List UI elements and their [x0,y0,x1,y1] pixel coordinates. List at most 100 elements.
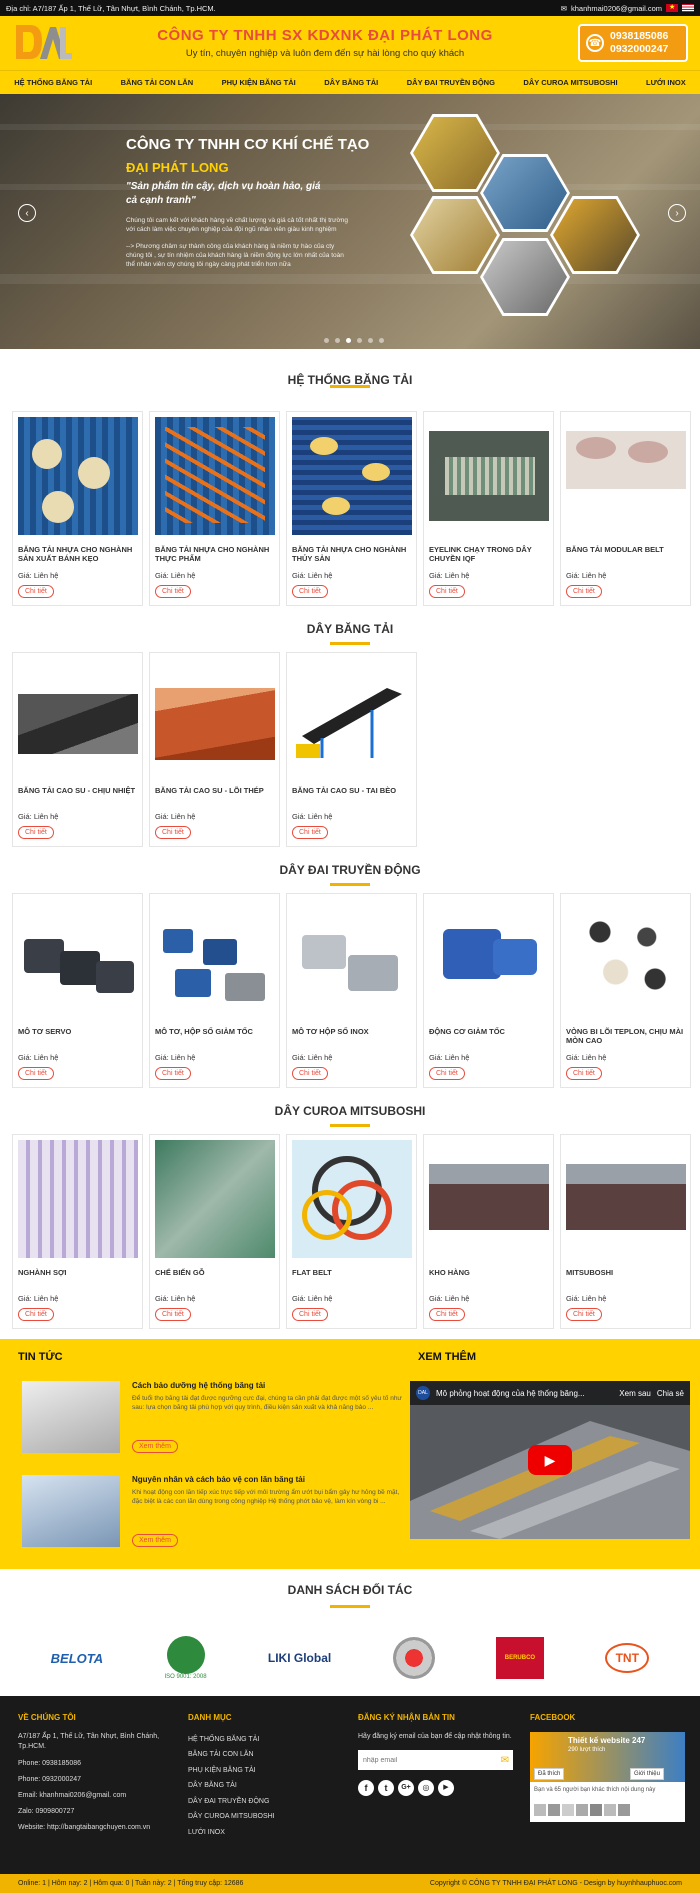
product-image[interactable] [429,1140,549,1258]
product-card[interactable]: VÒNG BI LÕI TEPLON, CHỊU MÀI MÒN CAO Giá:… [560,893,691,1088]
product-image[interactable] [155,417,275,535]
product-card[interactable]: NGHÀNH SỢI Giá: Liên hệ Chi tiết [12,1134,143,1329]
product-image[interactable] [18,899,138,1017]
product-name[interactable]: MÔ TƠ SERVO [18,1027,137,1051]
video-player[interactable]: DAL Mô phỏng hoạt động của hệ thống băng… [410,1381,690,1539]
english-flag-icon[interactable] [682,4,694,12]
product-card[interactable]: MITSUBOSHI Giá: Liên hệ Chi tiết [560,1134,691,1329]
footer-menu-item[interactable]: DÂY CUROA MITSUBOSHI [188,1809,338,1825]
read-more-button[interactable]: Xem thêm [132,1534,178,1547]
product-name[interactable]: FLAT BELT [292,1268,411,1292]
footer-menu-item[interactable]: BĂNG TẢI CON LĂN [188,1747,338,1763]
partner-logo-iso[interactable]: ISO 9001: 2008 [165,1636,207,1680]
product-card[interactable]: BĂNG TẢI CAO SU - LÕI THÉP Giá: Liên hệ Ch… [149,652,280,847]
play-icon[interactable]: ▶ [528,1445,572,1475]
slider-dot[interactable] [335,338,340,343]
footer-zalo[interactable]: Zalo: 0909800727 [18,1804,168,1820]
product-card[interactable]: EYELINK CHẠY TRONG DÂY CHUYỀN IQF Giá: Li… [423,411,554,606]
footer-phone-2[interactable]: Phone: 0932000247 [18,1772,168,1788]
nav-day-bang-tai[interactable]: DÂY BĂNG TẢI [324,78,378,87]
product-card[interactable]: BĂNG TẢI NHỰA CHO NGHÀNH THỦY SẢN Giá: Li… [286,411,417,606]
detail-button[interactable]: Chi tiết [429,1308,465,1321]
facebook-widget[interactable]: Thiết kế website 247 290 lượt thích Đã t… [530,1732,685,1822]
product-name[interactable]: MÔ TƠ HỘP SỐ INOX [292,1027,411,1051]
product-card[interactable]: MÔ TƠ HỘP SỐ INOX Giá: Liên hệ Chi tiết [286,893,417,1088]
detail-button[interactable]: Chi tiết [566,585,602,598]
footer-menu-item[interactable]: PHỤ KIỆN BĂNG TẢI [188,1763,338,1779]
watch-later-button[interactable]: Xem sau [619,1389,651,1398]
slider-dot[interactable] [324,338,329,343]
product-image[interactable] [18,417,138,535]
nav-day-dai-truyen-dong[interactable]: DÂY ĐAI TRUYỀN ĐỘNG [407,78,495,87]
product-card[interactable]: MÔ TƠ, HỘP SỐ GIẢM TỐC Giá: Liên hệ Chi ti… [149,893,280,1088]
video-title[interactable]: Mô phỏng hoạt động của hệ thống băng... [436,1389,613,1398]
news-item[interactable]: Cách bảo dưỡng hệ thống băng tải Để tuổi… [22,1381,402,1459]
product-name[interactable]: BĂNG TẢI NHỰA CHO NGHÀNH THỰC PHẨM [155,545,274,569]
newsletter-email-input[interactable] [358,1750,488,1770]
news-title[interactable]: Cách bảo dưỡng hệ thống băng tải [132,1381,265,1390]
product-name[interactable]: VÒNG BI LÕI TEPLON, CHỊU MÀI MÒN CAO [566,1027,685,1051]
detail-button[interactable]: Chi tiết [292,585,328,598]
product-card[interactable]: BĂNG TẢI CAO SU - CHỊU NHIỆT Giá: Liên hệ… [12,652,143,847]
product-card[interactable]: BĂNG TẢI NHỰA CHO NGHÀNH THỰC PHẨM Giá: L… [149,411,280,606]
twitter-icon[interactable]: t [378,1780,394,1796]
partner-logo-berubco[interactable]: BERUBCO [495,1637,544,1679]
detail-button[interactable]: Chi tiết [429,1067,465,1080]
facebook-share-button[interactable]: Giới thiệu [630,1768,664,1780]
detail-button[interactable]: Chi tiết [155,1067,191,1080]
partner-logo-belota[interactable]: BELOTA [51,1651,103,1666]
detail-button[interactable]: Chi tiết [566,1067,602,1080]
product-card[interactable]: BĂNG TẢI MODULAR BELT Giá: Liên hệ Chi tiế… [560,411,691,606]
detail-button[interactable]: Chi tiết [429,585,465,598]
detail-button[interactable]: Chi tiết [292,1067,328,1080]
nav-bang-tai-con-lan[interactable]: BĂNG TẢI CON LĂN [121,78,194,87]
product-image[interactable] [429,899,549,1017]
nav-day-curoa-mitsuboshi[interactable]: DÂY CUROA MITSUBOSHI [523,78,617,87]
share-button[interactable]: Chia sẻ [657,1389,684,1398]
slider-next-button[interactable]: › [668,204,686,222]
slider-dot[interactable] [379,338,384,343]
footer-menu-item[interactable]: DÂY BĂNG TẢI [188,1778,338,1794]
company-logo[interactable] [12,21,72,65]
product-card[interactable]: BĂNG TẢI NHỰA CHO NGHÀNH SẢN XUẤT BÁNH K… [12,411,143,606]
product-name[interactable]: BĂNG TẢI CAO SU - CHỊU NHIỆT [18,786,137,810]
detail-button[interactable]: Chi tiết [18,826,54,839]
product-image[interactable] [18,658,138,776]
product-image[interactable] [155,899,275,1017]
product-name[interactable]: BĂNG TẢI CAO SU - TAI BÈO [292,786,411,810]
youtube-icon[interactable]: ▶ [438,1780,454,1796]
detail-button[interactable]: Chi tiết [18,585,54,598]
read-more-button[interactable]: Xem thêm [132,1440,178,1453]
detail-button[interactable]: Chi tiết [292,826,328,839]
facebook-liked-button[interactable]: Đã thích [534,1768,565,1780]
detail-button[interactable]: Chi tiết [566,1308,602,1321]
product-card[interactable]: BĂNG TẢI CAO SU - TAI BÈO Giá: Liên hệ Chi… [286,652,417,847]
facebook-page-name[interactable]: Thiết kế website 247 [568,1736,645,1746]
nav-he-thong-bang-tai[interactable]: HỆ THỐNG BĂNG TẢI [14,78,92,87]
nav-phu-kien-bang-tai[interactable]: PHỤ KIỆN BĂNG TẢI [222,78,296,87]
footer-menu-item[interactable]: LƯỚI INOX [188,1825,338,1841]
footer-menu-item[interactable]: HỆ THỐNG BĂNG TẢI [188,1732,338,1748]
partner-logo-liki[interactable]: LIKI Global [268,1651,331,1665]
product-name[interactable]: BĂNG TẢI NHỰA CHO NGHÀNH THỦY SẢN [292,545,411,569]
product-name[interactable]: EYELINK CHẠY TRONG DÂY CHUYỀN IQF [429,545,548,569]
product-image[interactable] [155,658,275,776]
partner-logo-tnt[interactable]: TNT [605,1643,650,1673]
email-text[interactable]: khanhmai0206@gmail.com [571,4,662,13]
slider-prev-button[interactable]: ‹ [18,204,36,222]
facebook-icon[interactable]: f [358,1780,374,1796]
detail-button[interactable]: Chi tiết [155,1308,191,1321]
slider-dot-active[interactable] [346,338,351,343]
product-name[interactable]: ĐỘNG CƠ GIẢM TỐC [429,1027,548,1051]
product-name[interactable]: CHẾ BIẾN GỖ [155,1268,274,1292]
footer-menu-item[interactable]: DÂY ĐAI TRUYỀN ĐỘNG [188,1794,338,1810]
product-name[interactable]: BĂNG TẢI MODULAR BELT [566,545,685,569]
google-plus-icon[interactable]: G+ [398,1780,414,1796]
detail-button[interactable]: Chi tiết [292,1308,328,1321]
product-name[interactable]: NGHÀNH SỢI [18,1268,137,1292]
product-image[interactable] [566,417,686,535]
product-name[interactable]: BĂNG TẢI NHỰA CHO NGHÀNH SẢN XUẤT BÁNH K… [18,545,137,569]
vietnam-flag-icon[interactable]: ★ [666,4,678,12]
footer-phone-1[interactable]: Phone: 0938185086 [18,1756,168,1772]
news-title[interactable]: Nguyên nhân và cách bảo vệ con lăn băng … [132,1475,305,1484]
